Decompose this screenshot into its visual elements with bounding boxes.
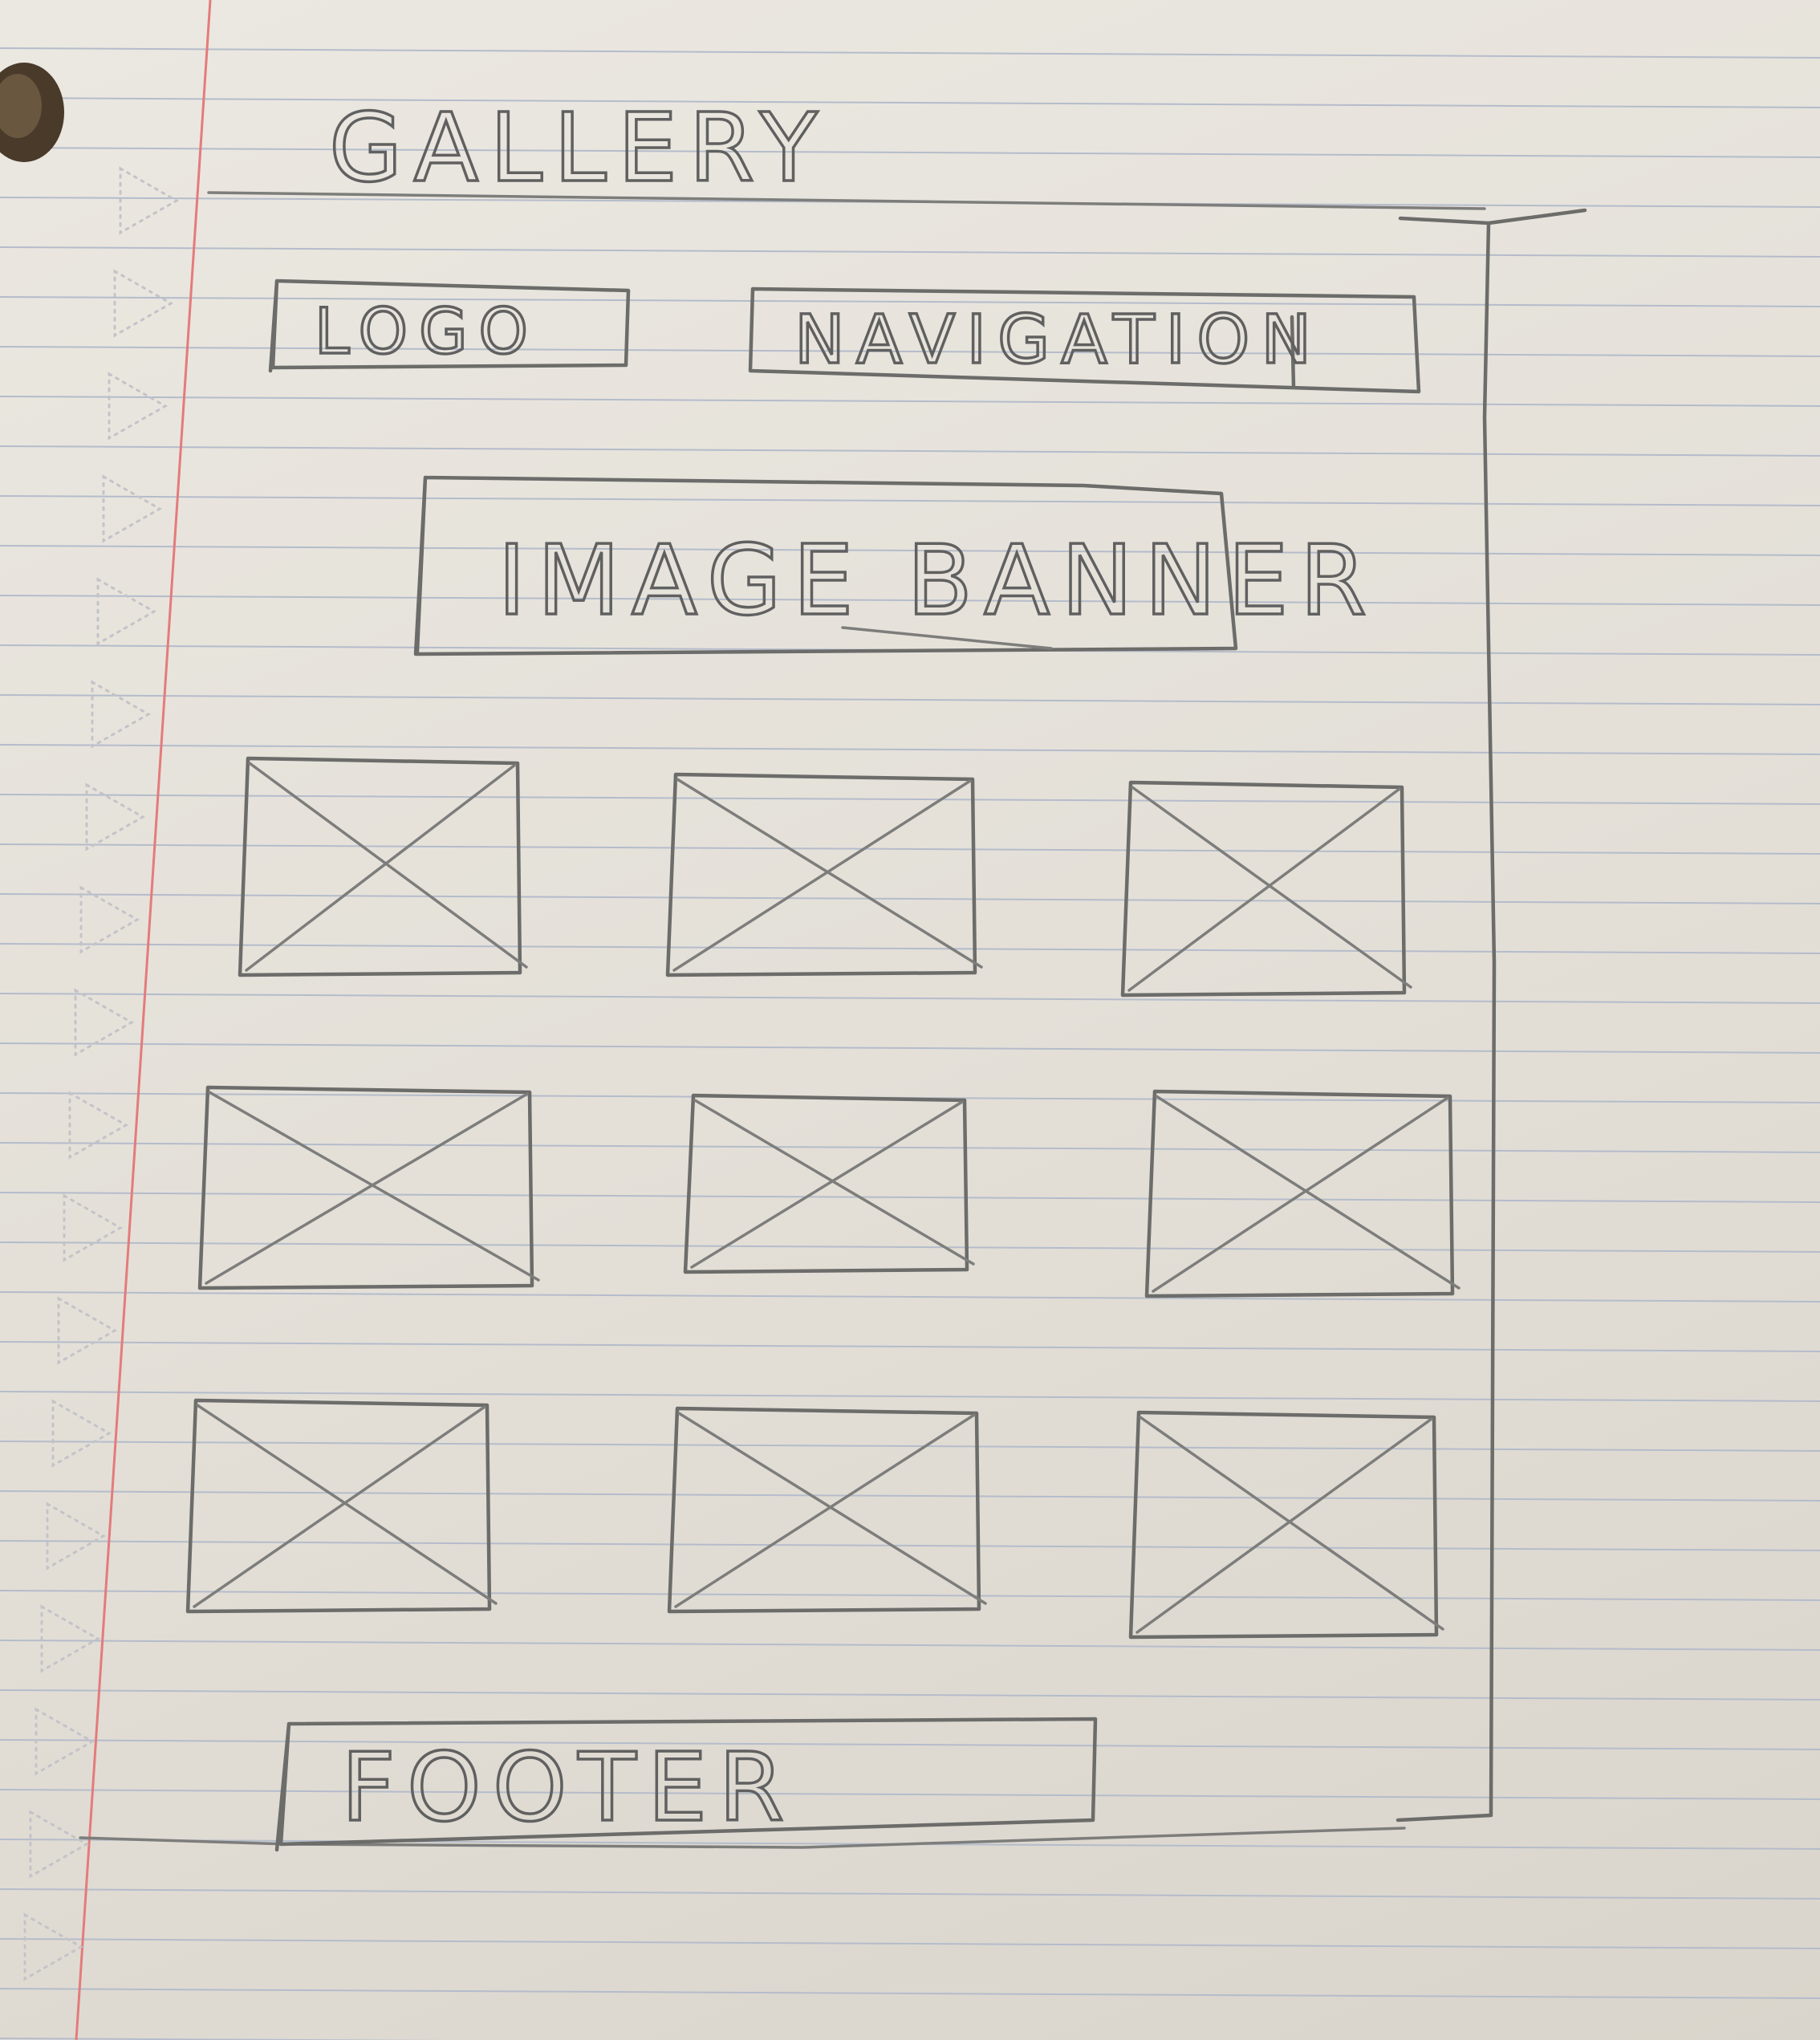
image-placeholder	[1144, 1089, 1460, 1298]
image-placeholder	[683, 1093, 975, 1274]
rule-line	[0, 1142, 1820, 1153]
footer-label: FOOTER	[341, 1732, 795, 1843]
rule-line	[0, 1938, 1820, 1949]
rule-line	[0, 47, 1820, 59]
footer-box: FOOTER	[274, 1717, 1098, 1852]
rule-line	[0, 843, 1820, 855]
rule-line	[0, 893, 1820, 904]
image-placeholder	[185, 1398, 498, 1614]
logo-label: LOGO	[315, 296, 539, 368]
rule-line	[0, 1590, 1820, 1601]
image-banner-box: IMAGE BANNER	[413, 475, 1378, 656]
rule-line	[0, 1888, 1820, 1900]
image-placeholder	[665, 772, 983, 977]
triangle-doodle	[68, 1091, 129, 1160]
image-placeholder-cross-icon	[690, 1099, 975, 1269]
margin-triangle-doodles	[23, 166, 180, 1981]
triangle-doodle	[40, 1604, 101, 1673]
rule-line	[0, 1042, 1820, 1054]
rule-line	[0, 396, 1820, 407]
rule-line	[0, 1490, 1820, 1502]
triangle-doodle	[113, 269, 174, 338]
page-title: GALLERY	[329, 92, 829, 203]
image-placeholder	[667, 1406, 987, 1614]
image-placeholder	[197, 1085, 540, 1290]
rule-line	[0, 694, 1820, 705]
rule-line	[0, 445, 1820, 457]
image-placeholder-cross-icon	[1152, 1095, 1460, 1293]
image-placeholder-cross-icon	[674, 1412, 987, 1608]
triangle-doodle	[108, 372, 169, 441]
notebook-paper: GALLERY LOGO NAVIGATION IMAGE BANNER FOO…	[0, 0, 1820, 2040]
rule-line	[0, 1988, 1820, 1999]
triangle-doodle	[119, 166, 180, 235]
image-placeholder-cross-icon	[245, 762, 528, 972]
rule-line	[0, 97, 1820, 108]
rule-line	[0, 495, 1820, 506]
rule-line	[0, 744, 1820, 755]
rule-line	[0, 1341, 1820, 1352]
triangle-doodle	[46, 1502, 107, 1571]
rule-line	[0, 993, 1820, 1004]
image-placeholder	[1120, 780, 1412, 998]
image-placeholder-grid	[185, 756, 1460, 1640]
margin-line	[75, 0, 212, 2040]
rule-line	[0, 1291, 1820, 1302]
image-placeholder-cross-icon	[1127, 786, 1412, 992]
rule-line	[0, 794, 1820, 805]
triangle-doodle	[74, 988, 135, 1057]
triangle-doodle	[35, 1707, 95, 1776]
image-placeholder	[238, 756, 528, 977]
rule-line	[0, 1540, 1820, 1551]
rule-line	[0, 147, 1820, 158]
wireframe-sketch: GALLERY LOGO NAVIGATION IMAGE BANNER FOO…	[0, 0, 1820, 2040]
rule-line	[0, 1789, 1820, 1800]
image-banner-label: IMAGE BANNER	[498, 526, 1378, 637]
triangle-doodle	[23, 1912, 84, 1981]
triangle-doodle	[79, 885, 140, 954]
rule-line	[0, 1689, 1820, 1701]
image-placeholder	[1128, 1410, 1444, 1640]
triangle-doodle	[51, 1399, 112, 1468]
triangle-doodle	[96, 577, 157, 646]
rule-line	[0, 1739, 1820, 1750]
navigation-box: NAVIGATION	[748, 286, 1421, 394]
page-frame-right-edge	[1395, 208, 1587, 1823]
rule-line	[0, 1441, 1820, 1452]
logo-box: LOGO	[268, 278, 631, 373]
rule-line	[0, 1640, 1820, 1651]
triangle-doodle	[102, 474, 163, 543]
rule-line	[0, 246, 1820, 258]
image-placeholder-cross-icon	[193, 1404, 498, 1608]
rule-line	[0, 1192, 1820, 1203]
triangle-doodle	[91, 680, 152, 749]
image-placeholder-cross-icon	[672, 778, 983, 972]
triangle-doodle	[29, 1810, 90, 1879]
rule-line	[0, 1391, 1820, 1402]
triangle-doodle	[63, 1193, 124, 1262]
navigation-label: NAVIGATION	[794, 300, 1322, 379]
triangle-doodle	[57, 1296, 118, 1365]
image-placeholder-cross-icon	[205, 1091, 540, 1285]
